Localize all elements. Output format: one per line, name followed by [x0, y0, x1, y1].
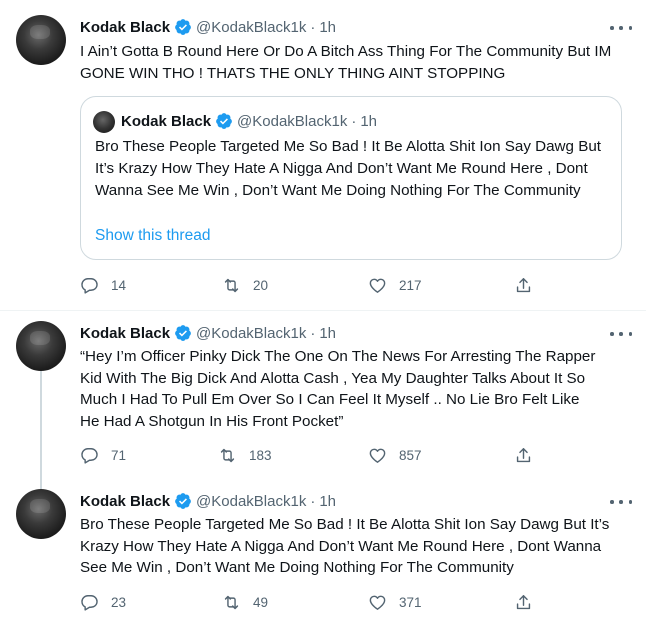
verified-badge-icon — [216, 113, 232, 129]
tweet-text: “Hey I’m Officer Pinky Dick The One On T… — [80, 348, 596, 430]
more-icon[interactable] — [610, 327, 632, 341]
share-icon — [516, 595, 531, 610]
reply-icon — [81, 278, 98, 294]
author-name: Kodak Black — [121, 112, 212, 130]
avatar[interactable] — [16, 489, 66, 539]
tweet-actions: 14 20 217 — [80, 276, 540, 298]
separator-dot: · — [310, 492, 316, 510]
retweet-icon — [224, 595, 239, 610]
verified-badge-icon — [175, 493, 191, 509]
more-icon[interactable] — [610, 495, 632, 509]
verified-badge-icon — [175, 325, 191, 341]
heart-icon — [369, 448, 386, 463]
separator-dot: · — [310, 18, 316, 36]
retweet-icon — [224, 278, 239, 293]
show-thread-link[interactable]: Show this thread — [95, 227, 210, 245]
avatar[interactable] — [16, 321, 66, 371]
retweet-count: 183 — [249, 448, 272, 463]
quoted-tweet-text: Bro These People Targeted Me So Bad ! It… — [95, 138, 601, 199]
author-handle[interactable]: @KodakBlack1k — [196, 325, 306, 342]
tweet-actions: 23 49 371 — [80, 593, 540, 615]
like-count: 857 — [399, 448, 422, 463]
tweet-header: Kodak Black @KodakBlack1k · 1h — [80, 490, 336, 512]
retweet-button[interactable]: 49 — [222, 593, 268, 612]
share-button[interactable] — [514, 446, 545, 465]
like-button[interactable]: 857 — [368, 446, 422, 465]
retweet-icon — [220, 448, 235, 463]
author-name[interactable]: Kodak Black — [80, 325, 170, 342]
quoted-tweet[interactable]: Kodak Black @KodakBlack1k · 1h Bro These… — [80, 96, 622, 260]
tweet[interactable]: Kodak Black @KodakBlack1k · 1h Bro These… — [0, 479, 646, 628]
heart-icon — [369, 595, 386, 610]
tweet-header: Kodak Black @KodakBlack1k · 1h — [80, 322, 336, 344]
share-icon — [516, 278, 531, 293]
heart-icon — [369, 278, 386, 293]
retweet-button[interactable]: 20 — [222, 276, 268, 295]
reply-icon — [81, 448, 98, 464]
quoted-tweet-header: Kodak Black @KodakBlack1k · 1h — [121, 110, 377, 132]
tweet-text: I Ain’t Gotta B Round Here Or Do A Bitch… — [80, 43, 612, 82]
author-handle[interactable]: @KodakBlack1k — [196, 493, 306, 510]
tweet[interactable]: Kodak Black @KodakBlack1k · 1h I Ain’t G… — [0, 0, 646, 310]
avatar — [93, 111, 115, 133]
timestamp[interactable]: 1h — [319, 325, 336, 342]
timestamp[interactable]: 1h — [319, 493, 336, 510]
reply-button[interactable]: 14 — [80, 276, 126, 295]
retweet-count: 49 — [253, 595, 269, 610]
separator-dot: · — [310, 324, 316, 342]
tweet-text: Bro These People Targeted Me So Bad ! It… — [80, 516, 610, 576]
like-count: 217 — [399, 278, 422, 293]
tweet[interactable]: Kodak Black @KodakBlack1k · 1h “Hey I’m … — [0, 311, 646, 491]
share-button[interactable] — [514, 593, 545, 612]
reply-button[interactable]: 71 — [80, 446, 126, 465]
reply-button[interactable]: 23 — [80, 593, 126, 612]
like-button[interactable]: 371 — [368, 593, 422, 612]
share-button[interactable] — [514, 276, 545, 295]
tweet-actions: 71 183 857 — [80, 446, 540, 468]
reply-count: 71 — [111, 448, 127, 463]
tweet-header: Kodak Black @KodakBlack1k · 1h — [80, 16, 336, 38]
author-name[interactable]: Kodak Black — [80, 19, 170, 36]
reply-icon — [81, 595, 98, 611]
reply-count: 23 — [111, 595, 127, 610]
retweet-count: 20 — [253, 278, 269, 293]
avatar[interactable] — [16, 15, 66, 65]
timestamp[interactable]: 1h — [319, 19, 336, 36]
like-button[interactable]: 217 — [368, 276, 422, 295]
verified-badge-icon — [175, 19, 191, 35]
separator-dot: · — [351, 112, 357, 130]
more-icon[interactable] — [610, 21, 632, 35]
author-handle[interactable]: @KodakBlack1k — [196, 19, 306, 36]
timestamp: 1h — [360, 112, 378, 130]
author-name[interactable]: Kodak Black — [80, 493, 170, 510]
reply-count: 14 — [111, 278, 127, 293]
author-handle: @KodakBlack1k — [237, 112, 348, 130]
retweet-button[interactable]: 183 — [218, 446, 272, 465]
share-icon — [516, 448, 531, 463]
like-count: 371 — [399, 595, 422, 610]
